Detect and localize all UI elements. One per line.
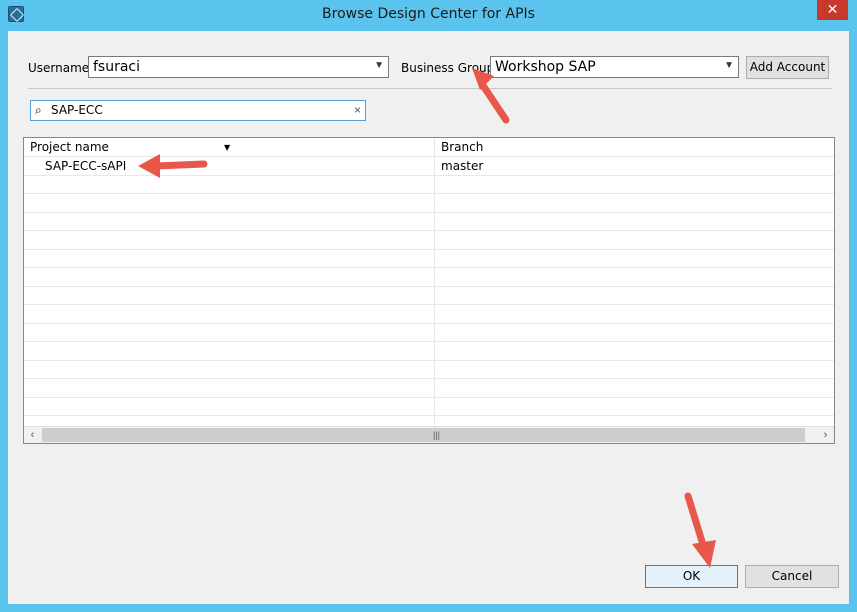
chevron-down-icon: ▼ [374,60,384,71]
column-header-project-name[interactable]: Project name ▼ [24,138,435,157]
username-value: fsuraci [93,59,141,75]
dialog-body: Username fsuraci ▼ Business Group Worksh… [8,31,849,604]
scroll-right-icon[interactable]: › [817,427,834,443]
cell-branch [435,194,834,212]
table-row[interactable] [24,231,834,250]
add-account-button[interactable]: Add Account [746,56,829,79]
cell-project-name [24,249,435,267]
grip-icon: ||| [433,430,441,440]
window-title: Browse Design Center for APIs [322,6,535,22]
table-body: SAP-ECC-sAPI master [24,157,834,435]
cell-branch [435,287,834,305]
table-row[interactable] [24,249,834,268]
cell-project-name [24,286,435,304]
business-group-select[interactable]: Workshop SAP ▼ [490,56,739,78]
cell-branch [435,231,834,249]
cell-project-name: SAP-ECC-sAPI [24,157,435,175]
cell-project-name [24,397,435,415]
cell-branch [435,379,834,397]
cell-branch [435,361,834,379]
scrollbar-thumb[interactable]: ||| [42,428,805,442]
clear-search-icon[interactable]: × [354,103,361,117]
dialog-window: Browse Design Center for APIs ✕ Username… [0,0,857,612]
table-row[interactable] [24,194,834,213]
cell-project-name [24,379,435,397]
cell-project-name [24,212,435,230]
business-group-label: Business Group [401,61,495,75]
close-button[interactable]: ✕ [817,0,848,20]
table-row[interactable] [24,286,834,305]
table-row[interactable] [24,342,834,361]
search-text: SAP-ECC [51,103,103,117]
cell-branch [435,342,834,360]
projects-table: Project name ▼ Branch SAP-ECC-sAPI master… [23,137,835,444]
cell-project-name [24,175,435,193]
username-select[interactable]: fsuraci ▼ [88,56,389,78]
table-row[interactable] [24,305,834,324]
search-icon: ⌕ [35,103,42,117]
table-row[interactable] [24,268,834,287]
table-row[interactable] [24,175,834,194]
cell-branch: master [441,159,484,173]
ok-button[interactable]: OK [645,565,738,588]
cell-branch [435,324,834,342]
sort-desc-icon: ▼ [224,143,231,152]
cell-project-name [24,194,435,212]
cancel-button[interactable]: Cancel [745,565,839,588]
cell-branch [435,176,834,194]
cell-branch [435,268,834,286]
table-row[interactable] [24,323,834,342]
cell-project-name [24,231,435,249]
scroll-left-icon[interactable]: ‹ [24,427,41,443]
cell-project-name [24,323,435,341]
cell-branch [435,213,834,231]
table-row[interactable] [24,379,834,398]
cell-project-name [24,268,435,286]
search-input[interactable]: ⌕ SAP-ECC × [30,100,366,121]
cell-branch [435,250,834,268]
cell-project-name [24,305,435,323]
table-row[interactable] [24,212,834,231]
title-bar[interactable]: Browse Design Center for APIs ✕ [0,0,857,31]
horizontal-scrollbar[interactable]: ‹ ||| › [24,426,834,443]
username-label: Username [28,61,90,75]
table-row[interactable] [24,397,834,416]
column-header-label: Project name [30,140,109,154]
business-group-value: Workshop SAP [495,59,596,75]
column-header-branch[interactable]: Branch [435,138,834,157]
table-row[interactable]: SAP-ECC-sAPI master [24,157,834,176]
chevron-down-icon: ▼ [724,60,734,71]
cell-project-name [24,342,435,360]
divider [28,88,832,89]
cell-branch [435,398,834,416]
table-row[interactable] [24,360,834,379]
table-header: Project name ▼ Branch [24,138,834,157]
cell-project-name [24,360,435,378]
cell-branch [435,305,834,323]
